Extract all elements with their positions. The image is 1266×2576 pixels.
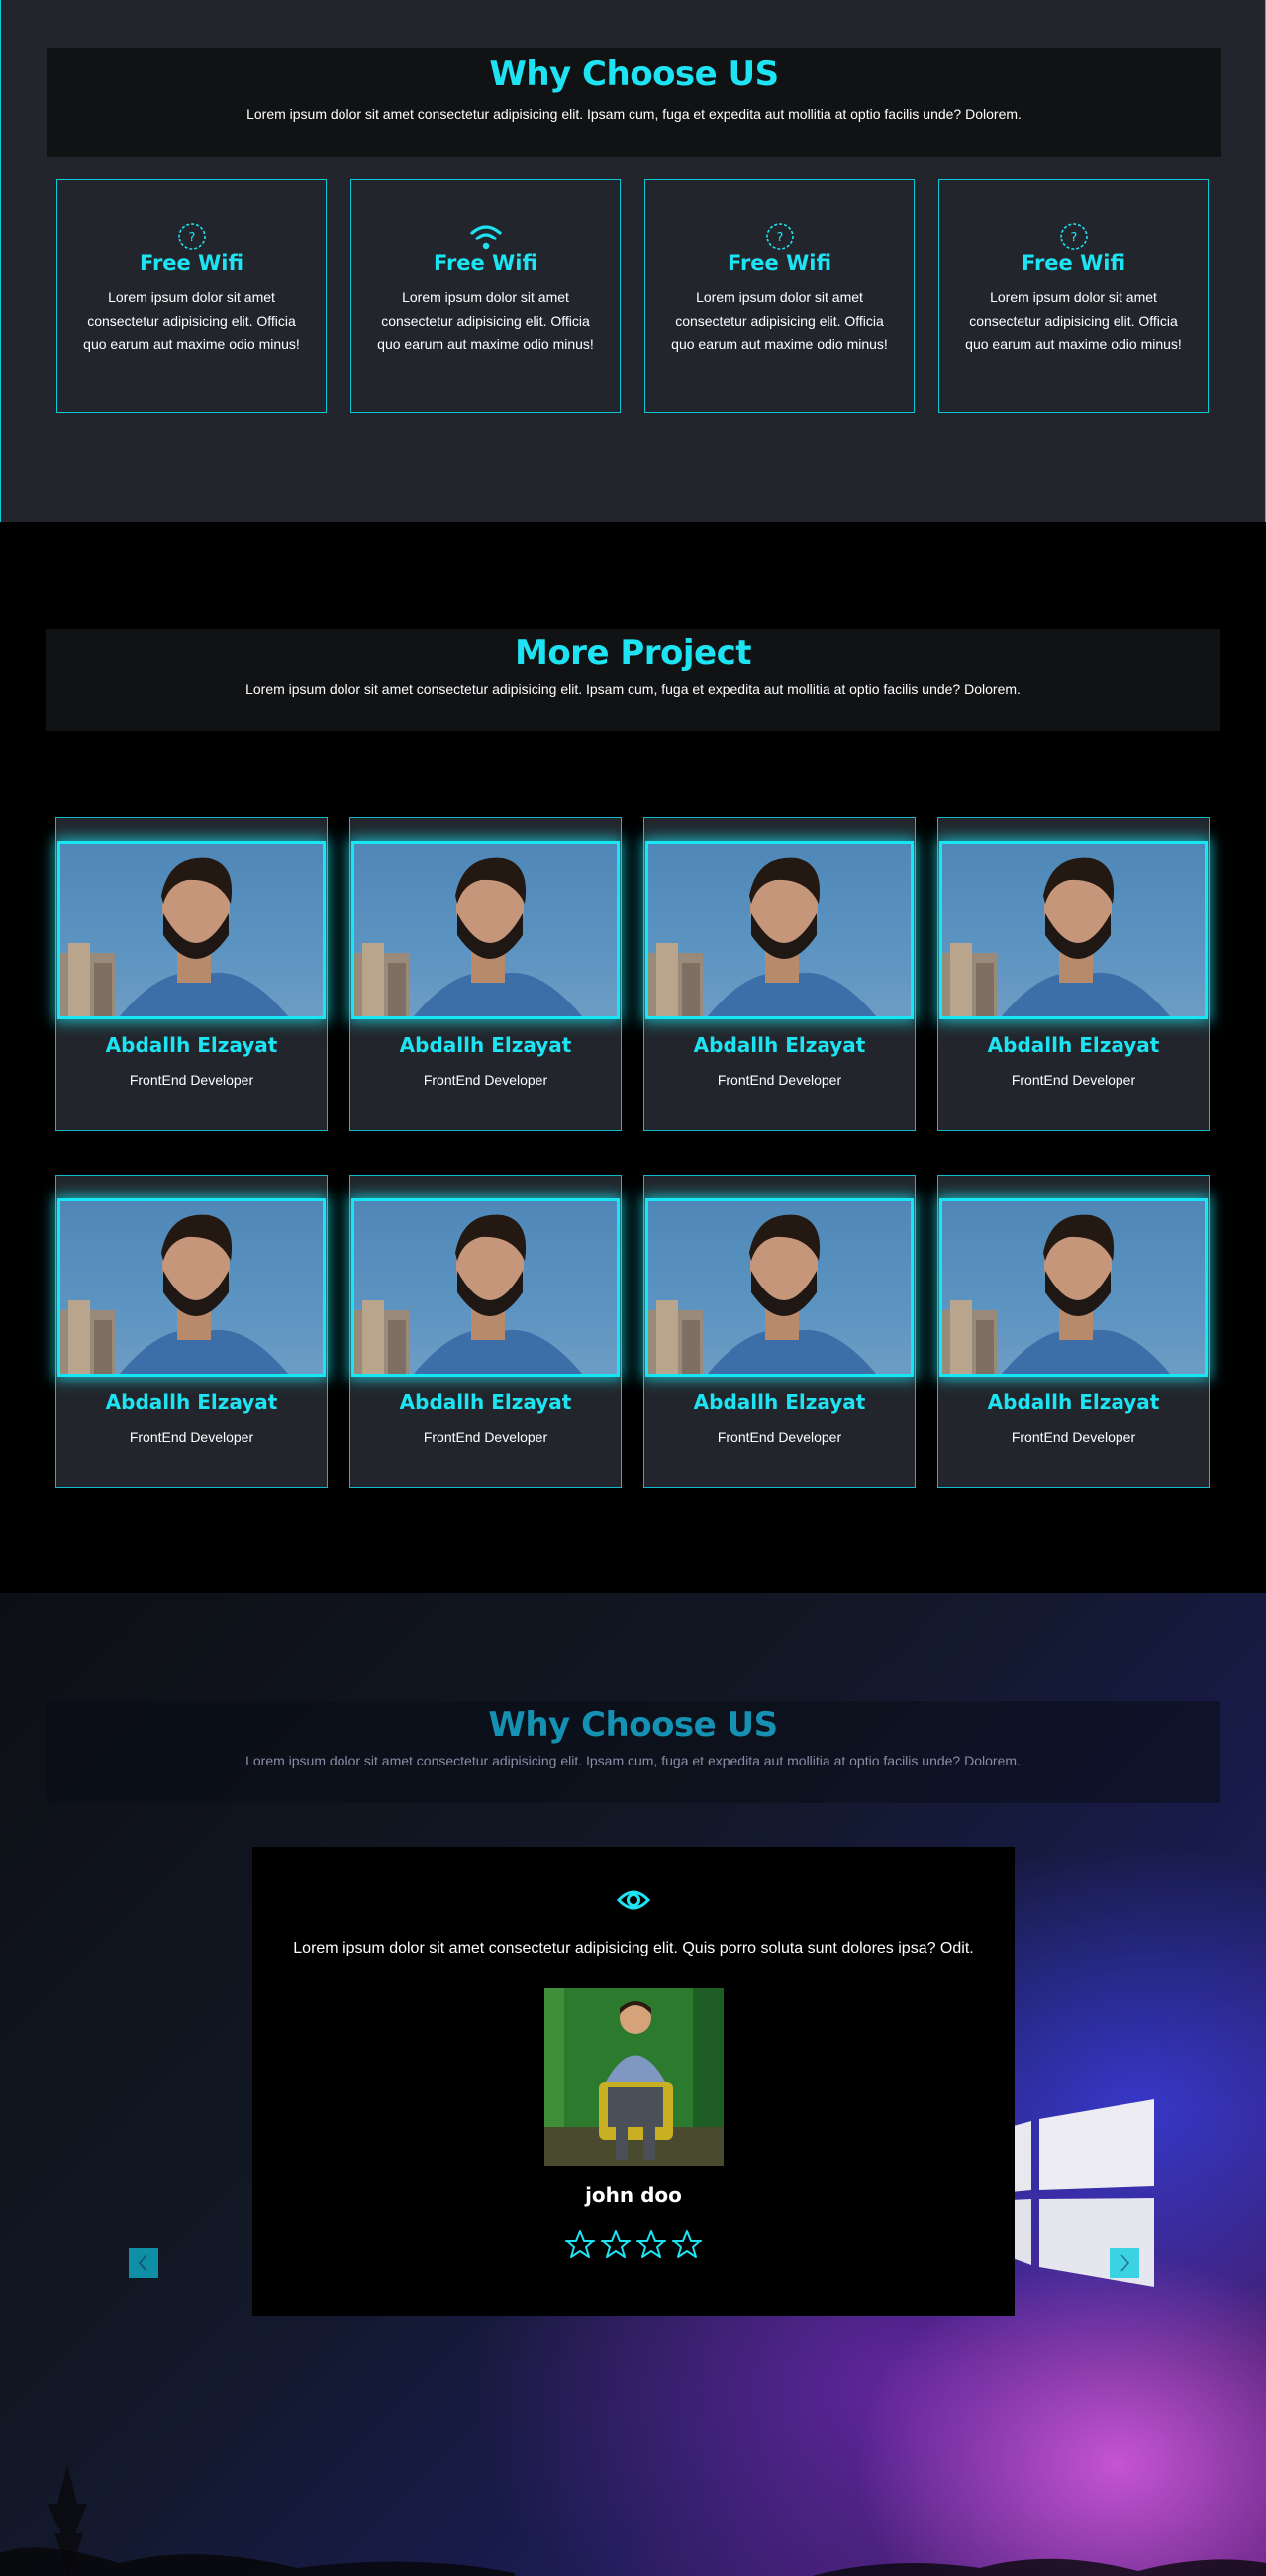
member-photo [939,1198,1208,1377]
member-photo [57,841,326,1019]
why-heading-box: Why Choose US Lorem ipsum dolor sit amet… [47,48,1221,157]
member-role: FrontEnd Developer [129,1429,254,1445]
member-photo [645,1198,914,1377]
chevron-left-icon [139,2254,147,2272]
section-title: Why Choose US [489,54,779,94]
member-name: Abdallh Elzayat [105,1033,278,1057]
rating-stars [252,2229,1015,2264]
feature-card: ? Free Wifi Lorem ipsum dolor sit amet c… [56,179,327,413]
star-icon [672,2230,702,2258]
star-icon [636,2230,666,2258]
section-title: Why Choose US [488,1705,778,1745]
section-title: More Project [514,633,752,673]
testimonial-quote: Lorem ipsum dolor sit amet consectetur a… [293,1940,974,1956]
member-role: FrontEnd Developer [717,1429,842,1445]
member-name: Abdallh Elzayat [693,1390,866,1414]
team-card: Abdallh Elzayat FrontEnd Developer [55,817,328,1131]
wifi-icon [469,225,502,250]
windows-logo-icon [1010,2099,1154,2287]
section-subtitle: Lorem ipsum dolor sit amet consectetur a… [245,681,1021,697]
feature-card: ? Free Wifi Lorem ipsum dolor sit amet c… [644,179,915,413]
feature-title: Free Wifi [139,251,244,275]
team-card: Abdallh Elzayat FrontEnd Developer [937,817,1210,1131]
team-card: Abdallh Elzayat FrontEnd Developer [643,1175,916,1488]
member-role: FrontEnd Developer [423,1072,548,1088]
author-photo [544,1988,724,2166]
member-name: Abdallh Elzayat [105,1390,278,1414]
member-name: Abdallh Elzayat [987,1390,1160,1414]
chevron-right-icon [1120,2254,1129,2272]
member-role: FrontEnd Developer [423,1429,548,1445]
svg-text:?: ? [188,231,195,245]
feature-desc: Lorem ipsum dolor sit amet consectetur a… [965,289,1182,352]
member-role: FrontEnd Developer [1011,1429,1136,1445]
feature-title: Free Wifi [727,251,832,275]
prev-slide-button[interactable] [129,2248,158,2278]
team-card: Abdallh Elzayat FrontEnd Developer [937,1175,1210,1488]
question-circle-icon: ? [765,223,794,250]
member-photo [351,841,620,1019]
next-slide-button[interactable] [1110,2248,1139,2278]
feature-card: Free Wifi Lorem ipsum dolor sit amet con… [350,179,621,413]
testimonials-heading-box: Why Choose US Lorem ipsum dolor sit amet… [46,1701,1220,1803]
feature-title: Free Wifi [1021,251,1126,275]
member-role: FrontEnd Developer [1011,1072,1136,1088]
team-card: Abdallh Elzayat FrontEnd Developer [349,1175,622,1488]
projects-heading-box: More Project Lorem ipsum dolor sit amet … [46,629,1220,731]
member-role: FrontEnd Developer [717,1072,842,1088]
team-card: Abdallh Elzayat FrontEnd Developer [643,817,916,1131]
team-card: Abdallh Elzayat FrontEnd Developer [55,1175,328,1488]
star-icon [601,2230,631,2258]
tree-silhouettes [0,2464,1266,2576]
projects-section: More Project Lorem ipsum dolor sit amet … [0,522,1266,1593]
section-subtitle: Lorem ipsum dolor sit amet consectetur a… [246,106,1022,122]
feature-desc: Lorem ipsum dolor sit amet consectetur a… [671,289,888,352]
star-icon [565,2230,595,2258]
eye-icon [617,1890,650,1910]
member-name: Abdallh Elzayat [399,1390,572,1414]
testimonials-section: Why Choose US Lorem ipsum dolor sit amet… [0,1593,1266,2576]
question-circle-icon: ? [177,223,206,250]
member-role: FrontEnd Developer [129,1072,254,1088]
svg-text:?: ? [1070,231,1077,245]
member-name: Abdallh Elzayat [987,1033,1160,1057]
member-name: Abdallh Elzayat [693,1033,866,1057]
team-card: Abdallh Elzayat FrontEnd Developer [349,817,622,1131]
member-photo [351,1198,620,1377]
author-name: john doo [585,2183,682,2207]
question-circle-icon: ? [1059,223,1088,250]
member-photo [939,841,1208,1019]
section-subtitle: Lorem ipsum dolor sit amet consectetur a… [245,1753,1021,1768]
member-name: Abdallh Elzayat [399,1033,572,1057]
member-photo [57,1198,326,1377]
testimonial-card: Lorem ipsum dolor sit amet consectetur a… [252,1847,1015,2316]
feature-card: ? Free Wifi Lorem ipsum dolor sit amet c… [938,179,1209,413]
svg-text:?: ? [776,231,783,245]
why-choose-section: Why Choose US Lorem ipsum dolor sit amet… [0,0,1266,523]
feature-title: Free Wifi [433,251,538,275]
member-photo [645,841,914,1019]
feature-desc: Lorem ipsum dolor sit amet consectetur a… [377,289,594,352]
feature-desc: Lorem ipsum dolor sit amet consectetur a… [83,289,300,352]
